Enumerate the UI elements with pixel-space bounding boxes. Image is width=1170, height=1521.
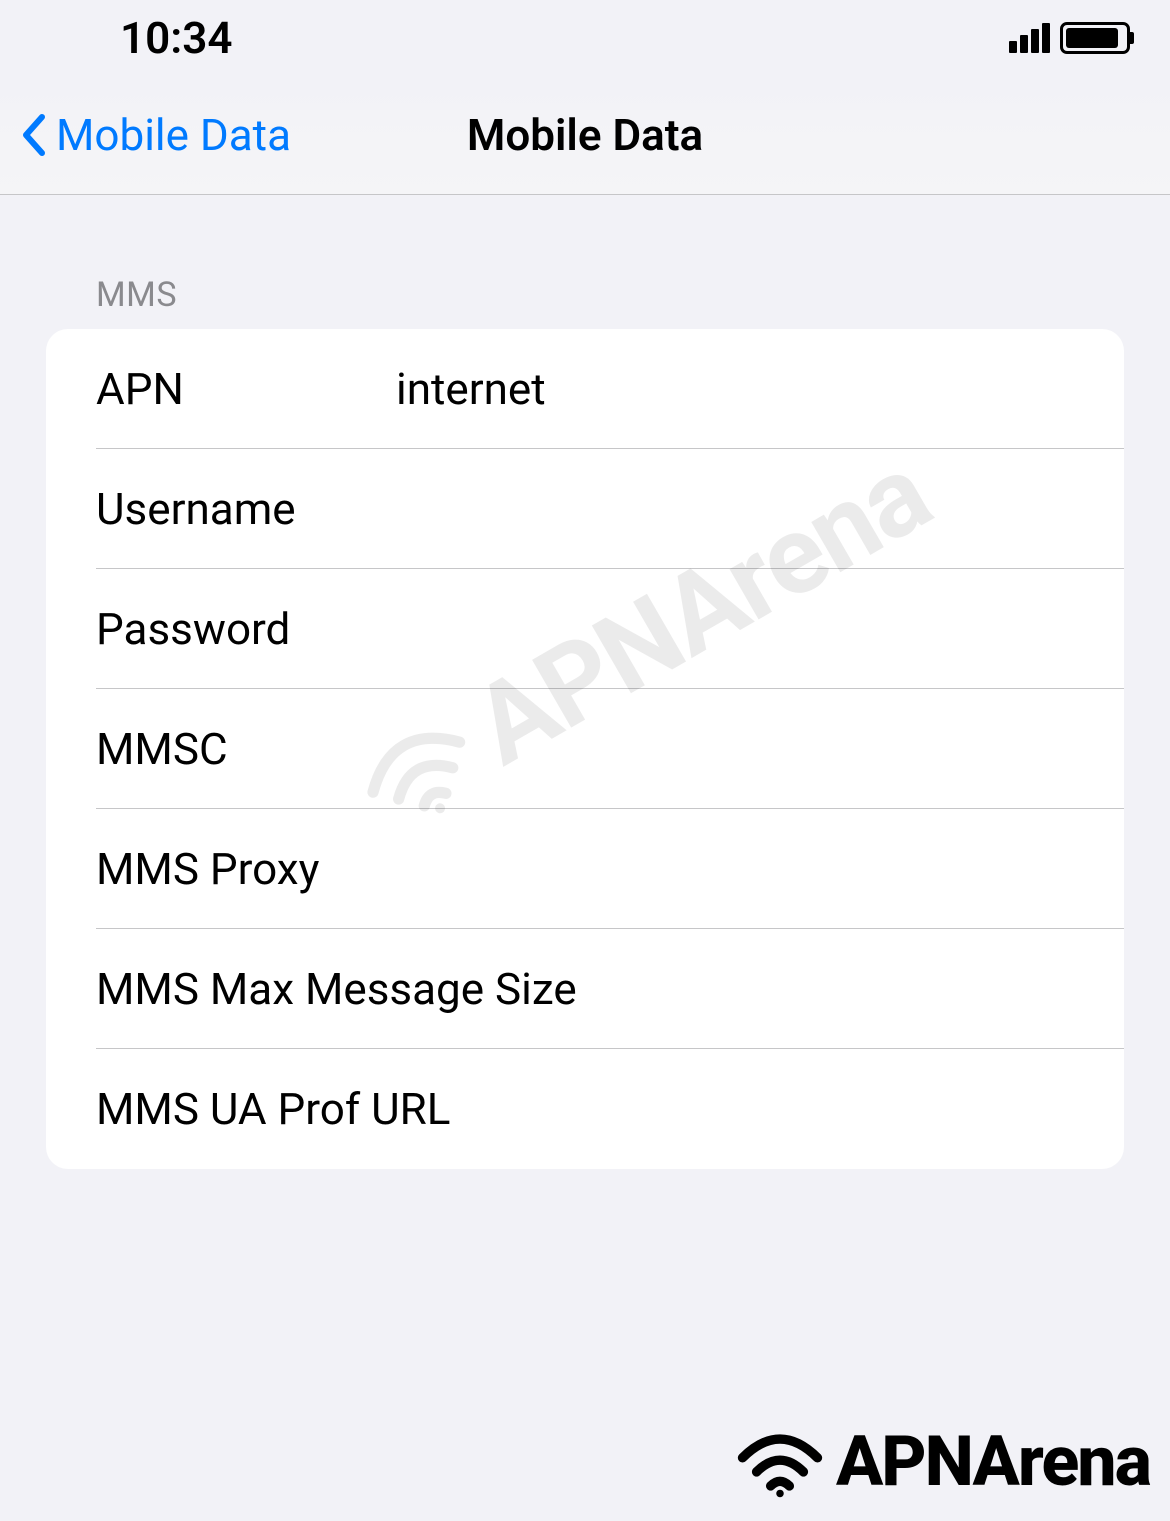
mms-proxy-input[interactable] <box>396 843 1124 895</box>
status-time: 10:34 <box>120 12 233 64</box>
row-mms-proxy[interactable]: MMS Proxy <box>46 809 1124 929</box>
section-header-mms: MMS <box>0 195 1170 329</box>
row-password[interactable]: Password <box>46 569 1124 689</box>
nav-bar: Mobile Data Mobile Data <box>0 75 1170 195</box>
row-apn[interactable]: APN <box>46 329 1124 449</box>
nav-title: Mobile Data <box>467 109 703 161</box>
status-bar: 10:34 <box>0 0 1170 75</box>
row-mms-ua-prof-url[interactable]: MMS UA Prof URL <box>46 1049 1124 1169</box>
wifi-icon <box>730 1425 830 1500</box>
row-label: MMS Proxy <box>96 843 396 895</box>
footer-brand-text: APNArena <box>836 1421 1150 1503</box>
cellular-signal-icon <box>1009 23 1050 53</box>
chevron-left-icon <box>20 113 48 157</box>
status-right <box>1009 22 1130 54</box>
username-input[interactable] <box>396 483 1124 535</box>
row-label: MMS UA Prof URL <box>96 1083 1124 1135</box>
row-mmsc[interactable]: MMSC <box>46 689 1124 809</box>
password-input[interactable] <box>396 603 1124 655</box>
mmsc-input[interactable] <box>396 723 1124 775</box>
row-label: MMS Max Message Size <box>96 963 1124 1015</box>
back-button[interactable]: Mobile Data <box>20 109 291 161</box>
row-label: Password <box>96 603 396 655</box>
back-label: Mobile Data <box>56 109 291 161</box>
row-username[interactable]: Username <box>46 449 1124 569</box>
footer-brand: APNArena <box>730 1421 1150 1503</box>
apn-input[interactable] <box>396 363 1124 415</box>
battery-icon <box>1060 22 1130 54</box>
settings-group-mms: APN Username Password MMSC MMS Proxy MMS… <box>46 329 1124 1169</box>
row-label: MMSC <box>96 723 396 775</box>
row-mms-max-message-size[interactable]: MMS Max Message Size <box>46 929 1124 1049</box>
row-label: Username <box>96 483 396 535</box>
row-label: APN <box>96 363 396 415</box>
